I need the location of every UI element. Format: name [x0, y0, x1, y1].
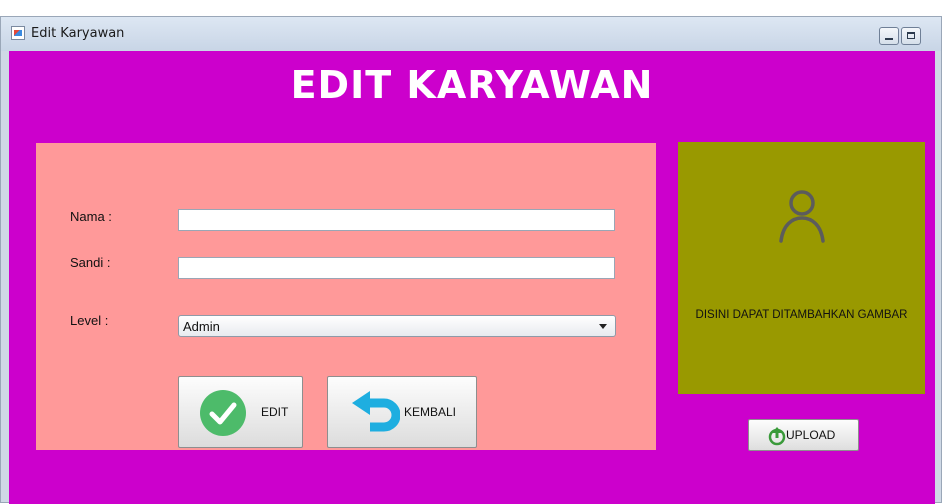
nama-input[interactable] — [178, 209, 615, 231]
kembali-button[interactable]: KEMBALI — [327, 376, 477, 448]
app-window: Edit Karyawan EDIT KARYAWAN Nama : Sandi… — [0, 16, 942, 504]
main-content: EDIT KARYAWAN Nama : Sandi : Level : Adm… — [9, 51, 935, 504]
page-title: EDIT KARYAWAN — [290, 63, 654, 107]
window-title: Edit Karyawan — [31, 26, 125, 41]
user-icon — [779, 190, 825, 243]
app-icon — [11, 26, 25, 40]
form-panel: Nama : Sandi : Level : Admin EDIT KEMBAL… — [36, 143, 656, 450]
image-panel: DISINI DAPAT DITAMBAHKAN GAMBAR — [678, 142, 925, 394]
back-arrow-icon — [352, 391, 400, 432]
edit-button-label: EDIT — [261, 405, 289, 419]
level-select[interactable]: Admin — [178, 315, 616, 337]
nama-label: Nama : — [70, 209, 112, 224]
upload-icon — [768, 427, 786, 446]
edit-button[interactable]: EDIT — [178, 376, 303, 448]
upload-button[interactable]: UPLOAD — [748, 419, 859, 451]
maximize-button[interactable] — [901, 27, 921, 45]
level-selected-value: Admin — [183, 319, 220, 334]
title-bar: Edit Karyawan — [1, 17, 941, 51]
check-icon — [200, 390, 246, 436]
sandi-input[interactable] — [178, 257, 615, 279]
image-caption: DISINI DAPAT DITAMBAHKAN GAMBAR — [695, 309, 908, 321]
chevron-down-icon — [599, 324, 607, 329]
level-label: Level : — [70, 313, 109, 328]
kembali-button-label: KEMBALI — [404, 405, 457, 419]
sandi-label: Sandi : — [70, 255, 111, 270]
upload-button-label: UPLOAD — [786, 428, 836, 442]
minimize-button[interactable] — [879, 27, 899, 45]
